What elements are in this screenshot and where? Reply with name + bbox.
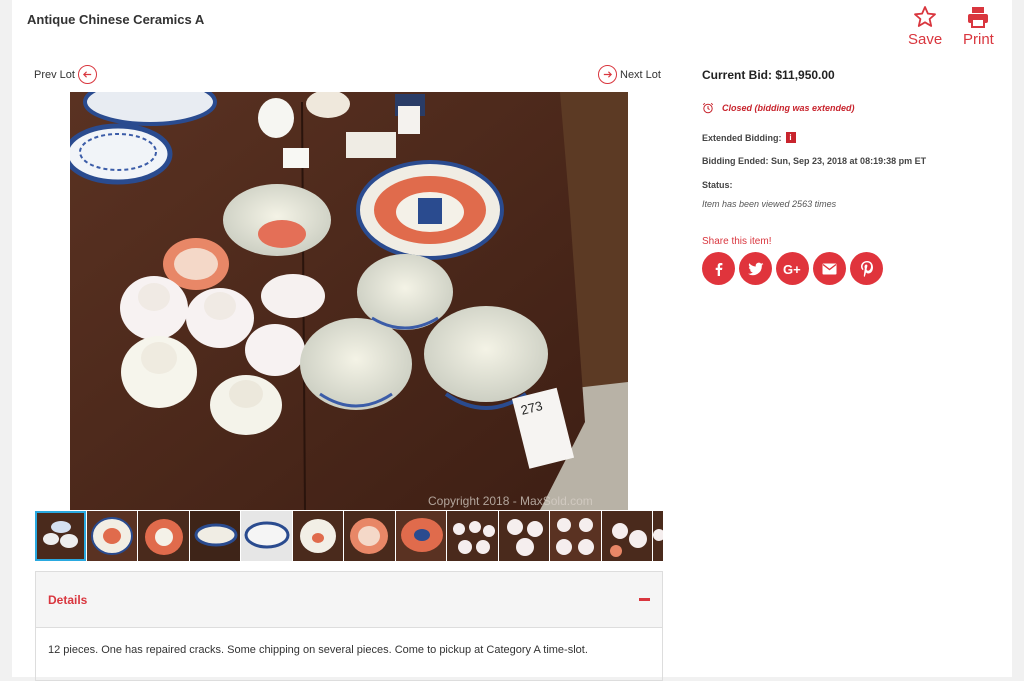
extended-bidding-label: Extended Bidding: [702, 132, 782, 143]
current-bid: Current Bid: $11,950.00 [702, 68, 835, 82]
thumbnail-10[interactable] [498, 511, 549, 561]
printer-icon [968, 7, 989, 28]
share-buttons: G+ [702, 252, 883, 285]
save-label: Save [908, 31, 943, 48]
closed-status: Closed (bidding was extended) [702, 102, 855, 114]
email-icon [822, 263, 837, 274]
thumbnail-9[interactable] [447, 511, 498, 561]
pinterest-icon [860, 260, 873, 277]
next-lot-link[interactable]: Next Lot [598, 65, 661, 84]
thumbnail-4[interactable] [189, 511, 240, 561]
next-lot-label: Next Lot [620, 68, 661, 81]
share-facebook-button[interactable] [702, 252, 735, 285]
lot-page: Antique Chinese Ceramics A Save Print Pr… [12, 0, 1012, 681]
closed-text: Closed (bidding was extended) [722, 103, 855, 113]
prev-lot-link[interactable]: Prev Lot [34, 65, 97, 84]
watermark-text: Copyright 2018 - MaxSold.com [428, 494, 593, 508]
thumbnail-5[interactable] [241, 511, 292, 561]
star-icon [914, 6, 936, 27]
details-panel: Details 12 pieces. One has repaired crac… [35, 571, 663, 681]
prev-lot-label: Prev Lot [34, 68, 75, 81]
thumbnail-2[interactable] [86, 511, 137, 561]
save-button[interactable]: Save [908, 5, 942, 48]
thumbnail-13[interactable] [653, 511, 663, 561]
main-lot-image[interactable]: 273 Copyright 2018 - MaxSold.com [70, 92, 628, 510]
svg-text:G+: G+ [783, 262, 801, 276]
bidding-ended: Bidding Ended: Sun, Sep 23, 2018 at 08:1… [702, 156, 926, 166]
collapse-icon[interactable] [639, 598, 650, 601]
thumbnail-strip [35, 511, 663, 563]
arrow-left-icon [77, 65, 97, 84]
share-pinterest-button[interactable] [850, 252, 883, 285]
details-header[interactable]: Details [36, 572, 662, 628]
arrow-right-icon [598, 65, 617, 84]
share-google-plus-button[interactable]: G+ [776, 252, 809, 285]
thumbnail-11[interactable] [550, 511, 601, 561]
thumbnail-6[interactable] [292, 511, 343, 561]
thumbnail-8[interactable] [395, 511, 446, 561]
ceramics-photo: 273 Copyright 2018 - MaxSold.com [70, 92, 628, 510]
extended-bidding: Extended Bidding: i [702, 132, 796, 143]
thumbnail-7[interactable] [344, 511, 395, 561]
bidding-ended-value: Sun, Sep 23, 2018 at 08:19:38 pm ET [771, 156, 927, 166]
share-label: Share this item! [702, 236, 772, 247]
details-text: 12 pieces. One has repaired cracks. Some… [48, 644, 588, 656]
print-label: Print [963, 31, 994, 48]
info-icon[interactable]: i [785, 132, 796, 143]
details-title: Details [48, 592, 88, 607]
thumbnail-12[interactable] [601, 511, 652, 561]
alarm-clock-icon [702, 102, 714, 114]
status-label: Status: [702, 180, 733, 190]
google-plus-icon: G+ [783, 262, 801, 276]
view-count: Item has been viewed 2563 times [702, 199, 837, 209]
twitter-icon [747, 262, 763, 275]
facebook-icon [715, 262, 722, 276]
page-title: Antique Chinese Ceramics A [27, 12, 205, 27]
share-twitter-button[interactable] [739, 252, 772, 285]
print-button[interactable]: Print [963, 5, 994, 48]
thumbnail-1[interactable] [35, 511, 86, 561]
bidding-ended-label: Bidding Ended: [702, 156, 769, 166]
thumbnail-3[interactable] [138, 511, 189, 561]
share-email-button[interactable] [813, 252, 846, 285]
